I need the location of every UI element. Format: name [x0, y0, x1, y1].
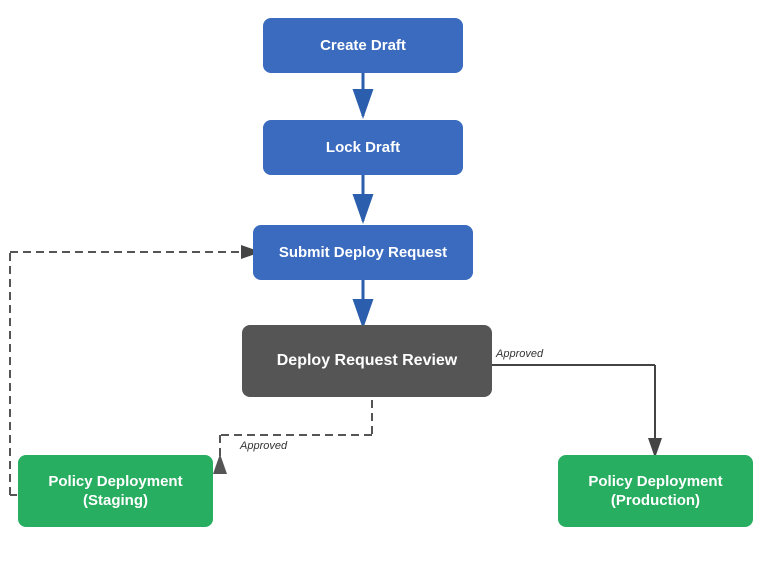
- lock-draft-node: Lock Draft: [263, 120, 463, 175]
- approved-right-label: Approved: [496, 348, 543, 360]
- submit-deploy-node: Submit Deploy Request: [253, 225, 473, 280]
- policy-production-label: Policy Deployment (Production): [588, 472, 722, 511]
- diagram-container: Create Draft Lock Draft Submit Deploy Re…: [0, 0, 776, 582]
- create-draft-node: Create Draft: [263, 18, 463, 73]
- approved-bottom-label: Approved: [240, 440, 287, 452]
- policy-staging-label: Policy Deployment (Staging): [48, 472, 182, 511]
- deploy-review-node: Deploy Request Review: [242, 325, 492, 397]
- policy-production-node: Policy Deployment (Production): [558, 455, 753, 527]
- policy-staging-node: Policy Deployment (Staging): [18, 455, 213, 527]
